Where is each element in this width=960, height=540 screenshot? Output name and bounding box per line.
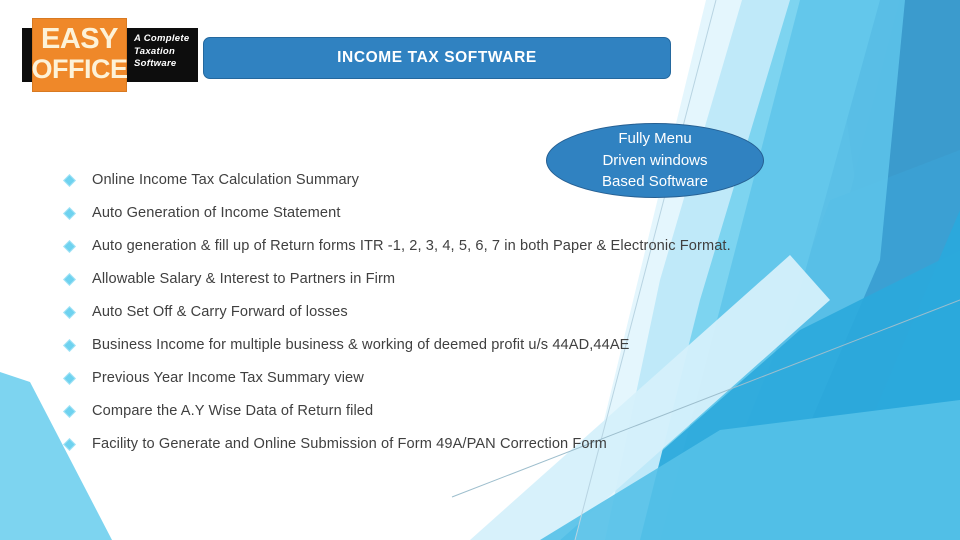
logo-orange-block: EASY OFFICE (31, 18, 129, 92)
list-item: Facility to Generate and Online Submissi… (60, 434, 740, 454)
callout-ellipse: Fully Menu Driven windows Based Software (546, 123, 764, 198)
page-title: INCOME TAX SOFTWARE (337, 49, 537, 66)
list-item: Allowable Salary & Interest to Partners … (60, 269, 740, 289)
diamond-bullet-icon (63, 405, 76, 418)
logo-easy-text: EASY (41, 23, 118, 55)
list-item: Compare the A.Y Wise Data of Return file… (60, 401, 740, 421)
diamond-bullet-icon (63, 273, 76, 286)
list-item: Auto generation & fill up of Return form… (60, 236, 740, 256)
list-item-label: Previous Year Income Tax Summary view (92, 370, 364, 386)
title-banner: INCOME TAX SOFTWARE (203, 37, 671, 79)
logo-office-text: OFFICE (31, 54, 129, 84)
list-item-label: Allowable Salary & Interest to Partners … (92, 271, 396, 287)
diamond-bullet-icon (63, 438, 76, 451)
feature-bullet-list: Online Income Tax Calculation Summary Au… (60, 170, 740, 467)
list-item-label: Auto generation & fill up of Return form… (92, 238, 731, 254)
diamond-bullet-icon (63, 174, 76, 187)
diamond-bullet-icon (63, 207, 76, 220)
easy-office-logo: EASY OFFICE A Complete Taxation Software (22, 18, 202, 92)
logo-tagline-line3: Software (134, 58, 177, 69)
list-item-label: Online Income Tax Calculation Summary (92, 172, 360, 188)
list-item-label: Compare the A.Y Wise Data of Return file… (92, 403, 374, 419)
diamond-bullet-icon (63, 339, 76, 352)
diamond-bullet-icon (63, 240, 76, 253)
callout-line-3: Based Software (602, 173, 708, 191)
list-item-label: Business Income for multiple business & … (92, 337, 630, 353)
list-item: Auto Generation of Income Statement (60, 203, 740, 223)
logo-tagline-line2: Taxation (134, 45, 176, 57)
logo-tagline-line1: A Complete (134, 33, 190, 44)
logo-tagline: A Complete Taxation Software (134, 33, 198, 71)
diamond-bullet-icon (63, 372, 76, 385)
list-item: Auto Set Off & Carry Forward of losses (60, 302, 740, 322)
list-item: Business Income for multiple business & … (60, 335, 740, 355)
callout-line-2: Driven windows (602, 151, 708, 169)
list-item-label: Facility to Generate and Online Submissi… (92, 436, 607, 452)
list-item: Previous Year Income Tax Summary view (60, 368, 740, 388)
list-item-label: Auto Generation of Income Statement (92, 205, 341, 221)
list-item-label: Auto Set Off & Carry Forward of losses (92, 304, 348, 320)
callout-line-1: Fully Menu (618, 130, 692, 148)
slide-canvas: EASY OFFICE A Complete Taxation Software… (0, 0, 960, 540)
diamond-bullet-icon (63, 306, 76, 319)
